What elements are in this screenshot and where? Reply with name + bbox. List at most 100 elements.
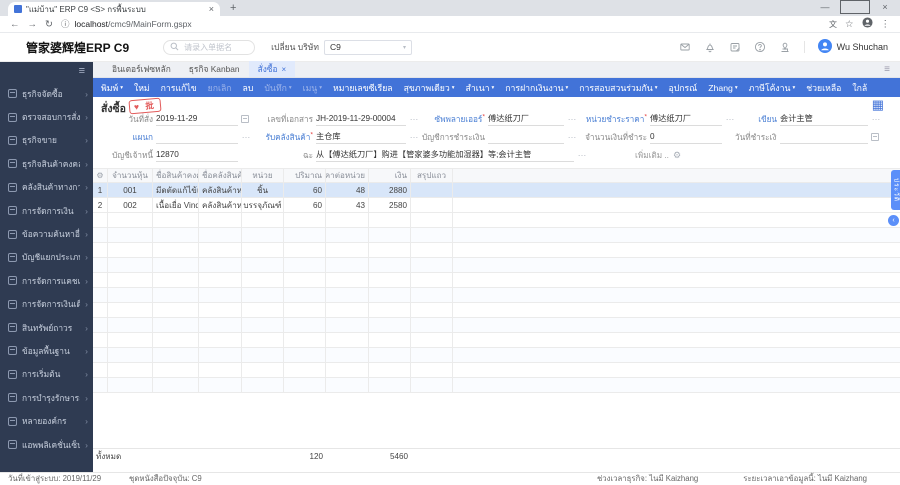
- grid-cell[interactable]: [326, 378, 369, 392]
- sidebar-item-inventory[interactable]: ธุรกิจสินค้าคงคลัง ›: [0, 152, 93, 175]
- field-value[interactable]: 傅达纸刀厂: [650, 113, 722, 126]
- grid-cell[interactable]: [369, 258, 411, 272]
- grid-cell[interactable]: [153, 258, 199, 272]
- grid-cell[interactable]: [93, 303, 108, 317]
- grid-cell[interactable]: [199, 348, 242, 362]
- grid-cell[interactable]: [199, 333, 242, 347]
- grid-cell[interactable]: [411, 228, 453, 242]
- field-value[interactable]: [156, 131, 238, 144]
- grid-cell[interactable]: [284, 348, 326, 362]
- grid-cell[interactable]: [93, 258, 108, 272]
- grid-cell[interactable]: [369, 213, 411, 227]
- back-icon[interactable]: ←: [10, 19, 20, 30]
- grid-cell[interactable]: [93, 318, 108, 332]
- sidebar-item-base-data[interactable]: ข้อมูลพื้นฐาน ›: [0, 339, 93, 362]
- field-value[interactable]: 12870: [156, 149, 238, 162]
- field-value[interactable]: 主仓库: [316, 131, 406, 144]
- grid-cell[interactable]: [411, 333, 453, 347]
- grid-cell[interactable]: [326, 303, 369, 317]
- field-value[interactable]: 2019-11-29: [156, 113, 238, 126]
- grid-cell[interactable]: [326, 318, 369, 332]
- grid-cell[interactable]: 48: [326, 183, 369, 197]
- grid-cell[interactable]: [242, 258, 284, 272]
- grid-cell[interactable]: [326, 243, 369, 257]
- grid-cell[interactable]: [199, 258, 242, 272]
- grid-cell[interactable]: [284, 228, 326, 242]
- sidebar-item-ledger[interactable]: บัญชีแยกประเภททั่วไป ›: [0, 246, 93, 269]
- lookup-dots-icon[interactable]: ⋯: [241, 132, 251, 143]
- grid-cell[interactable]: [199, 288, 242, 302]
- grid-cell[interactable]: มีดตัดแก้ไข้แบ..: [153, 183, 199, 197]
- grid-cell[interactable]: [326, 288, 369, 302]
- grid-cell[interactable]: [242, 378, 284, 392]
- toolbar-item-3[interactable]: การแก้ไข: [161, 81, 197, 95]
- grid-cell[interactable]: [153, 288, 199, 302]
- grid-cell[interactable]: [93, 213, 108, 227]
- grid-cell[interactable]: [242, 333, 284, 347]
- grid-cell[interactable]: [108, 273, 153, 287]
- grid-cell[interactable]: [93, 363, 108, 377]
- mail-icon[interactable]: [679, 41, 691, 53]
- minimize-button[interactable]: —: [810, 0, 840, 14]
- sidebar-item-sales[interactable]: ธุรกิจขาย ›: [0, 129, 93, 152]
- grid-cell[interactable]: [411, 378, 453, 392]
- grid-cell[interactable]: [326, 258, 369, 272]
- field-value[interactable]: 0: [650, 131, 722, 144]
- grid-cell[interactable]: [284, 213, 326, 227]
- grid-cell[interactable]: [93, 333, 108, 347]
- sidebar-item-finance[interactable]: การจัดการเงิน ›: [0, 199, 93, 222]
- grid-cell[interactable]: [369, 378, 411, 392]
- grid-cell[interactable]: เนื้อเยื่อ Vinda: [153, 198, 199, 212]
- grid-cell[interactable]: [242, 213, 284, 227]
- sidebar-item-warehouse[interactable]: คลังสินค้าทางกายภาพ ›: [0, 176, 93, 199]
- grid-cell[interactable]: 2580: [369, 198, 411, 212]
- close-icon[interactable]: ×: [282, 65, 287, 74]
- side-panel-toggle-button[interactable]: ‹: [888, 215, 899, 226]
- grid-cell[interactable]: [326, 333, 369, 347]
- grid-cell[interactable]: [153, 363, 199, 377]
- bell-icon[interactable]: [704, 41, 716, 53]
- grid-cell[interactable]: [369, 363, 411, 377]
- grid-cell[interactable]: [108, 228, 153, 242]
- lookup-dots-icon[interactable]: ⋯: [567, 114, 577, 125]
- grid-cell[interactable]: [242, 318, 284, 332]
- sidebar-item-fixed-assets[interactable]: สินทรัพย์ถาวร ›: [0, 316, 93, 339]
- grid-cell[interactable]: [242, 348, 284, 362]
- tab-bar-menu-icon[interactable]: ≡: [884, 64, 890, 75]
- sidebar-item-purchase[interactable]: ธุรกิจจัดซื้อ ›: [0, 82, 93, 105]
- grid-cell[interactable]: [153, 318, 199, 332]
- grid-cell[interactable]: [199, 378, 242, 392]
- sidebar-item-init[interactable]: การเริ่มต้น ›: [0, 363, 93, 386]
- grid-cell[interactable]: [369, 333, 411, 347]
- grid-cell[interactable]: [199, 318, 242, 332]
- grid-cell[interactable]: [108, 243, 153, 257]
- grid-cell[interactable]: [93, 378, 108, 392]
- grid-cell[interactable]: [369, 318, 411, 332]
- calendar-icon[interactable]: [871, 133, 879, 141]
- grid-cell[interactable]: [242, 363, 284, 377]
- grid-cell[interactable]: [411, 273, 453, 287]
- grid-cell[interactable]: [199, 273, 242, 287]
- lookup-dots-icon[interactable]: ⋯: [409, 114, 419, 125]
- grid-cell[interactable]: [369, 228, 411, 242]
- user-menu[interactable]: Wu Shuchan: [817, 39, 888, 55]
- grid-cell[interactable]: [108, 318, 153, 332]
- toolbar-item-11[interactable]: การฝากเงินงาน ▾: [505, 81, 568, 95]
- tab-main-interface[interactable]: อินเตอร์เฟซหลัก: [103, 61, 180, 77]
- grid-cell[interactable]: [411, 183, 453, 197]
- toolbar-item-2[interactable]: ใหม่: [134, 81, 150, 95]
- grid-cell[interactable]: [199, 303, 242, 317]
- grid-cell[interactable]: [199, 213, 242, 227]
- close-button[interactable]: ×: [870, 0, 900, 14]
- sidebar-item-cashier[interactable]: การจัดการแคชเชียร์ ›: [0, 269, 93, 292]
- field-value[interactable]: [780, 131, 868, 144]
- toolbar-item-5[interactable]: ลบ: [243, 81, 254, 95]
- global-search[interactable]: [163, 39, 256, 55]
- grid-cell[interactable]: บรรจุภัณฑ์: [242, 198, 284, 212]
- search-input[interactable]: [182, 41, 249, 53]
- grid-cell[interactable]: [242, 303, 284, 317]
- grid-cell[interactable]: [153, 333, 199, 347]
- grid-cell[interactable]: [284, 378, 326, 392]
- grid-cell[interactable]: [199, 363, 242, 377]
- help-icon[interactable]: [754, 41, 766, 53]
